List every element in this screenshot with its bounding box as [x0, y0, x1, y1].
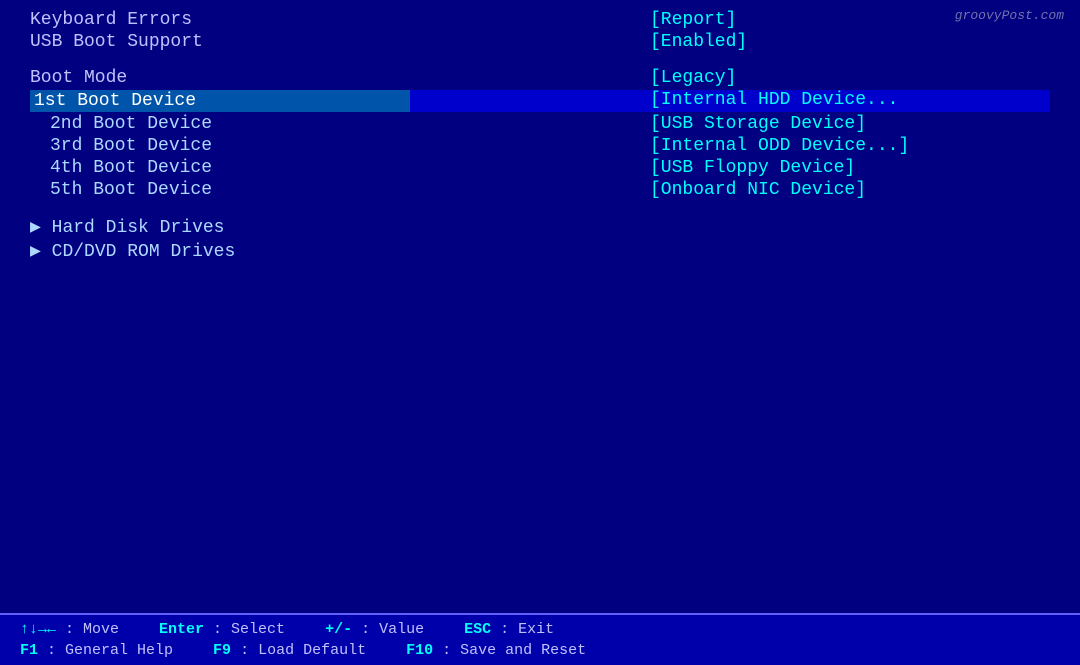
row-4th-boot-device[interactable]: 4th Boot Device [USB Floppy Device] — [30, 158, 1050, 178]
desc-general-help: : General Help — [38, 642, 173, 659]
key-plus-minus: +/- — [325, 621, 352, 638]
desc-save-reset: : Save and Reset — [433, 642, 586, 659]
footer-esc: ESC : Exit — [464, 621, 554, 638]
key-f1: F1 — [20, 642, 38, 659]
row-cdvd-rom-drives[interactable]: CD/DVD ROM Drives — [30, 240, 1050, 262]
row-boot-mode[interactable]: Boot Mode [Legacy] — [30, 68, 1050, 88]
desc-exit: : Exit — [491, 621, 554, 638]
footer-row-1: ↑↓→← : Move Enter : Select +/- : Value E… — [20, 621, 1060, 638]
footer-enter: Enter : Select — [159, 621, 285, 638]
row-hard-disk-drives[interactable]: Hard Disk Drives — [30, 216, 1050, 238]
label-5th-boot-device: 5th Boot Device — [30, 180, 410, 200]
footer-f9: F9 : Load Default — [213, 642, 366, 659]
value-4th-boot-device: [USB Floppy Device] — [650, 158, 1050, 178]
row-usb-boot-support[interactable]: USB Boot Support [Enabled] — [30, 32, 1050, 52]
label-3rd-boot-device: 3rd Boot Device — [30, 136, 410, 156]
value-1st-boot-device: [Internal HDD Device... — [650, 90, 1050, 112]
spacer-1 — [30, 54, 1050, 68]
value-2nd-boot-device: [USB Storage Device] — [650, 114, 1050, 134]
key-f9: F9 — [213, 642, 231, 659]
footer-row-2: F1 : General Help F9 : Load Default F10 … — [20, 642, 1060, 659]
label-usb-boot-support: USB Boot Support — [30, 32, 410, 52]
spacer-2 — [30, 202, 1050, 216]
value-usb-boot-support: [Enabled] — [650, 32, 1050, 52]
value-cdvd-rom-drives — [650, 240, 1050, 262]
watermark: groovyPost.com — [955, 8, 1064, 23]
desc-load-default: : Load Default — [231, 642, 366, 659]
label-cdvd-rom-drives: CD/DVD ROM Drives — [30, 240, 410, 262]
key-enter: Enter — [159, 621, 204, 638]
footer-value: +/- : Value — [325, 621, 424, 638]
key-esc: ESC — [464, 621, 491, 638]
label-2nd-boot-device: 2nd Boot Device — [30, 114, 410, 134]
footer-move: ↑↓→← : Move — [20, 621, 119, 638]
footer-f10: F10 : Save and Reset — [406, 642, 586, 659]
desc-value: : Value — [352, 621, 424, 638]
key-f10: F10 — [406, 642, 433, 659]
row-3rd-boot-device[interactable]: 3rd Boot Device [Internal ODD Device...] — [30, 136, 1050, 156]
row-1st-boot-device[interactable]: 1st Boot Device [Internal HDD Device... — [30, 90, 1050, 112]
value-hard-disk-drives — [650, 216, 1050, 238]
value-3rd-boot-device: [Internal ODD Device...] — [650, 136, 1050, 156]
label-4th-boot-device: 4th Boot Device — [30, 158, 410, 178]
desc-select: : Select — [204, 621, 285, 638]
row-keyboard-errors[interactable]: Keyboard Errors [Report] — [30, 10, 1050, 30]
label-1st-boot-device: 1st Boot Device — [30, 90, 410, 112]
label-boot-mode: Boot Mode — [30, 68, 410, 88]
footer-f1: F1 : General Help — [20, 642, 173, 659]
row-2nd-boot-device[interactable]: 2nd Boot Device [USB Storage Device] — [30, 114, 1050, 134]
value-5th-boot-device: [Onboard NIC Device] — [650, 180, 1050, 200]
label-hard-disk-drives: Hard Disk Drives — [30, 216, 410, 238]
value-boot-mode: [Legacy] — [650, 68, 1050, 88]
row-5th-boot-device[interactable]: 5th Boot Device [Onboard NIC Device] — [30, 180, 1050, 200]
bios-footer: ↑↓→← : Move Enter : Select +/- : Value E… — [0, 613, 1080, 665]
bios-main-content: groovyPost.com Keyboard Errors [Report] … — [0, 0, 1080, 613]
key-arrows: ↑↓→← — [20, 621, 56, 638]
desc-move: : Move — [56, 621, 119, 638]
label-keyboard-errors: Keyboard Errors — [30, 10, 410, 30]
bios-screen: groovyPost.com Keyboard Errors [Report] … — [0, 0, 1080, 665]
